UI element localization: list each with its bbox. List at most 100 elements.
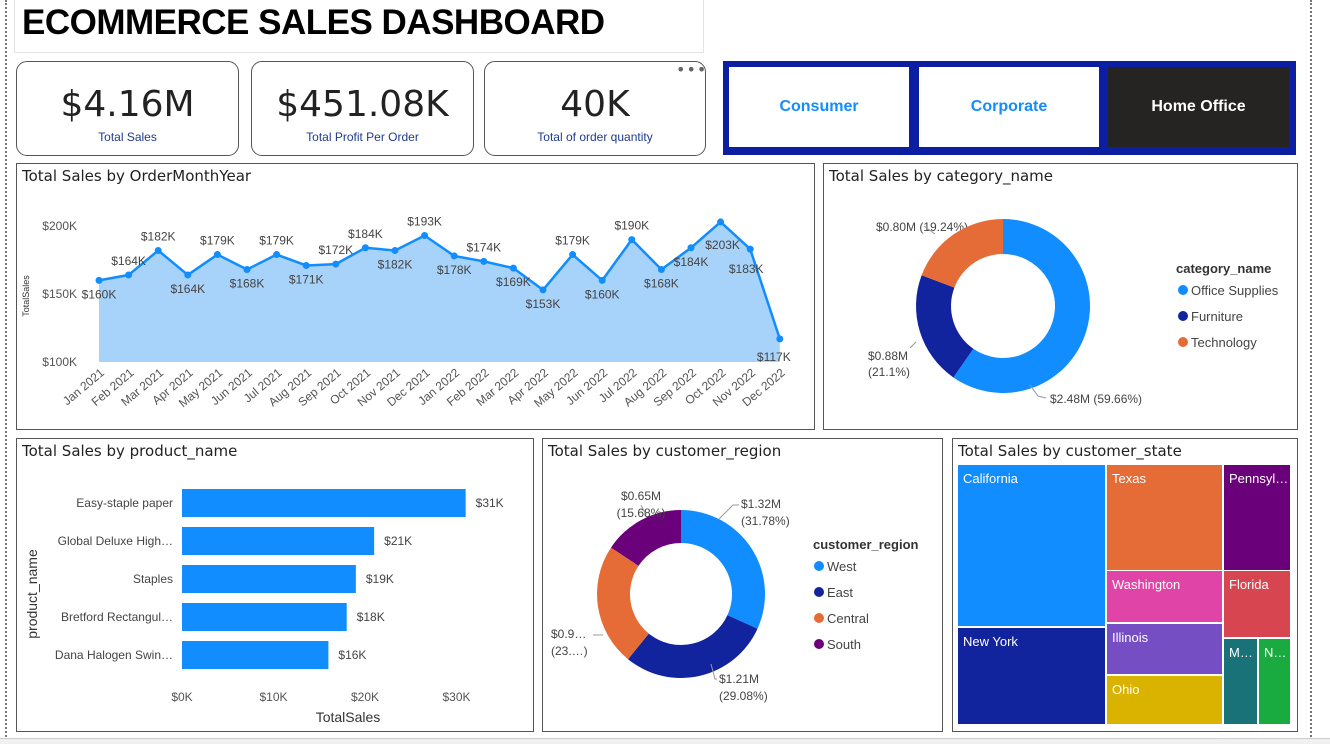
legend-marker [814,639,824,649]
treemap-label: Washington [1112,577,1180,592]
region-data-label: $1.32M [741,497,781,511]
data-label: $182K [141,229,176,243]
data-point [687,244,695,252]
data-label: $168K [644,277,679,291]
data-label: $153K [526,297,561,311]
category-donut-chart: category_name $0.80M (19.24%) $2.48M (59… [868,219,1279,406]
data-point [273,251,281,259]
data-label: $164K [170,282,205,296]
leader-line [909,341,917,349]
y-tick-label: $150K [42,287,77,301]
data-point [717,218,725,226]
legend-marker [1178,337,1188,347]
treemap-label: N… [1264,645,1286,660]
canvas-border-right [1310,0,1312,740]
data-point [361,244,369,252]
data-label: $190K [614,219,649,233]
donut-slice-east [628,615,758,678]
treemap-label: M… [1229,645,1253,660]
page-tab-bar [0,738,1330,744]
slicer-option-consumer[interactable]: Consumer [729,67,909,147]
y-axis-title: product_name [24,549,40,639]
legend-item: Central [827,611,869,626]
data-point [391,246,399,254]
region-donut-chart: customer_region $1.32M (31.78%) $1.21M (29.… [551,489,919,703]
panel-sales-by-category[interactable]: Total Sales by category_name category_na… [823,163,1298,430]
data-label: $179K [259,234,294,248]
legend-marker [1178,285,1188,295]
data-label: $160K [82,287,117,301]
data-point [569,251,577,259]
data-point [243,266,251,274]
segment-slicer: Consumer Corporate Home Office [723,61,1296,155]
data-point [332,260,340,268]
legend-item: Office Supplies [1191,283,1279,298]
y-axis-title: TotalSales [21,275,31,317]
data-label: $182K [378,257,413,271]
category-data-label: $0.88M [868,349,908,363]
kpi-label: Total of order quantity [537,130,653,144]
product-bar-chart: product_name TotalSales Easy-staple pape… [24,489,504,725]
category-label: Dana Halogen Swin… [55,648,173,662]
data-point [125,271,133,279]
panel-sales-by-month[interactable]: Total Sales by OrderMonthYear TotalSales… [16,163,815,430]
region-data-label: (15.68%) [617,506,666,520]
kpi-card-total-sales[interactable]: $4.16M Total Sales [16,61,239,156]
legend-marker [814,613,824,623]
panel-sales-by-state[interactable]: Total Sales by customer_state California… [952,438,1298,732]
slicer-option-home-office[interactable]: Home Office [1108,67,1289,147]
data-label: $184K [348,227,383,241]
data-label: $174K [466,240,501,254]
kpi-value: $4.16M [60,84,195,125]
data-label: $171K [289,272,324,286]
treemap-label: Illinois [1112,630,1149,645]
data-point [628,236,636,244]
kpi-card-order-quantity[interactable]: 40K Total of order quantity [484,61,706,156]
dashboard-title: ECOMMERCE SALES DASHBOARD [22,3,605,42]
panel-sales-by-product[interactable]: Total Sales by product_name product_name… [16,438,534,732]
data-point [421,232,429,240]
more-options-icon[interactable]: ••• [676,60,707,79]
x-tick-label: $30K [442,690,470,704]
legend-item: South [827,637,861,652]
data-label: $179K [555,234,590,248]
data-label: $117K [757,350,791,364]
bar [182,527,375,555]
treemap-label: California [963,471,1019,486]
category-label: Global Deluxe High… [58,534,173,548]
data-label: $160K [585,287,620,301]
category-label: Bretford Rectangul… [61,610,173,624]
region-data-label: $0.65M [621,489,661,503]
legend-title: category_name [1176,261,1271,276]
panel-sales-by-region[interactable]: Total Sales by customer_region customer_… [542,438,943,732]
kpi-card-total-profit[interactable]: $451.08K Total Profit Per Order [251,61,474,156]
data-label: $18K [357,610,385,624]
data-label: $203K [705,238,740,252]
slicer-option-corporate[interactable]: Corporate [919,67,1099,147]
category-data-label: $2.48M (59.66%) [1050,392,1142,406]
treemap-label: Texas [1112,471,1146,486]
legend-item: Furniture [1191,309,1243,324]
category-data-label: (21.1%) [868,365,910,379]
bar [182,641,329,669]
data-label: $183K [729,262,764,276]
kpi-value: $451.08K [276,84,449,125]
x-axis-title: TotalSales [316,709,381,725]
y-tick-label: $200K [42,219,77,233]
data-point [95,276,103,284]
data-point [302,261,310,269]
data-point [657,266,665,274]
data-label: $19K [366,572,394,586]
region-data-label: $0.9… [551,627,586,641]
data-point [746,245,754,253]
dashboard-title-box: ECOMMERCE SALES DASHBOARD [14,0,704,53]
data-point [539,286,547,294]
monthly-sales-area-chart: TotalSales $100K $150K $200K $160K $164K $… [21,215,791,411]
data-point [450,252,458,260]
bar [182,489,466,517]
y-tick-label: $100K [42,355,77,369]
data-point [480,257,488,265]
kpi-label: Total Profit Per Order [306,130,419,144]
data-point [184,271,192,279]
region-data-label: $1.21M [719,672,759,686]
